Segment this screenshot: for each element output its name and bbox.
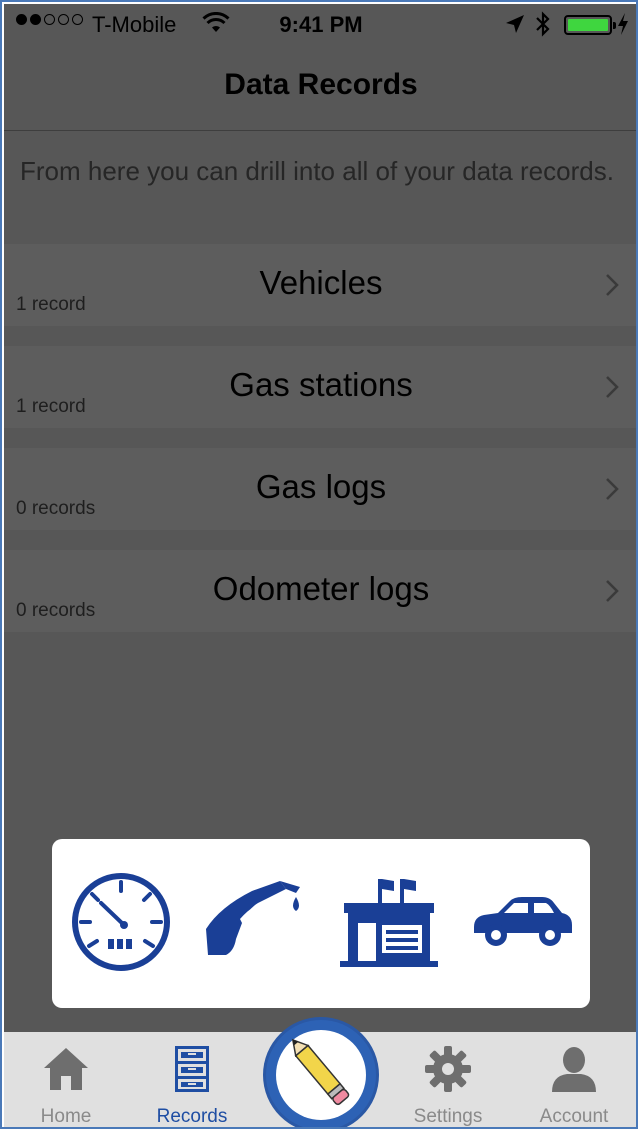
tab-records[interactable]: Records [132,1032,252,1127]
record-count: 1 record [16,396,86,417]
battery-icon [564,15,616,35]
record-title: Vehicles [259,264,383,301]
gear-icon [425,1046,471,1092]
record-row-gas-stations[interactable]: Gas stations 1 record [4,346,636,428]
chevron-right-icon [606,376,619,398]
tab-home[interactable]: Home [6,1032,126,1127]
app-frame: T-Mobile 9:41 PM Data Records From here … [0,0,638,1129]
record-title: Gas stations [229,366,413,403]
record-row-odometer-logs[interactable]: Odometer logs 0 records [4,550,636,632]
record-title: Gas logs [255,468,387,505]
nav-divider [4,130,636,131]
new-entry-button[interactable] [266,1020,376,1127]
person-icon [552,1047,596,1092]
file-cabinet-icon [175,1046,209,1092]
screen: T-Mobile 9:41 PM Data Records From here … [4,4,636,1127]
fuel-pump-nozzle-icon[interactable] [200,867,310,977]
status-bar: T-Mobile 9:41 PM [4,4,636,44]
quick-action-panel [52,839,590,1008]
battery-fill [568,19,608,31]
record-count: 0 records [16,600,96,621]
chevron-right-icon [606,580,619,602]
record-row-gas-logs[interactable]: Gas logs 0 records [4,448,636,530]
tab-label: Settings [413,1106,483,1127]
record-row-vehicles[interactable]: Vehicles 1 record [4,244,636,326]
tab-settings[interactable]: Settings [388,1032,508,1127]
car-icon[interactable] [468,867,578,977]
record-title: Odometer logs [212,570,430,607]
charging-bolt-icon [618,13,628,35]
gas-station-icon[interactable] [334,867,444,977]
tab-account[interactable]: Account [514,1032,634,1127]
chevron-right-icon [606,274,619,296]
bluetooth-icon [536,11,550,37]
record-count: 1 record [16,294,86,315]
home-icon [44,1048,88,1090]
location-arrow-icon [506,15,524,33]
new-entry-button-inner [276,1030,366,1120]
tab-label: Home [40,1106,92,1127]
chevron-right-icon [606,478,619,500]
page-title: Data Records [224,68,418,101]
intro-text: From here you can drill into all of your… [20,156,614,186]
odometer-icon[interactable] [66,867,176,977]
tab-label: Account [539,1106,609,1127]
tab-label: Records [156,1106,228,1127]
record-count: 0 records [16,498,96,519]
pencil-icon [291,1038,350,1106]
